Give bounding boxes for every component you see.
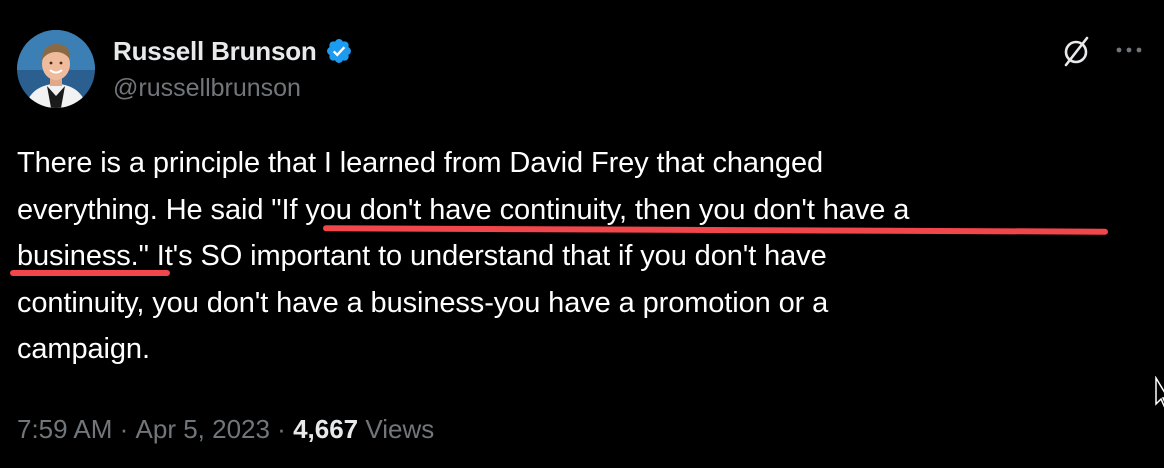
verified-badge-icon[interactable] xyxy=(325,37,353,65)
tweet-body-line: There is a principle that I learned from… xyxy=(17,147,824,179)
text-cursor-icon xyxy=(1154,375,1164,410)
grok-slash-icon[interactable] xyxy=(1058,33,1094,69)
tweet-body-line: continuity, you don't have a business-yo… xyxy=(17,286,829,319)
author-name[interactable]: Russell Brunson xyxy=(113,36,317,67)
tweet-time[interactable]: 7:59 AM xyxy=(17,414,112,445)
more-options-icon[interactable] xyxy=(1114,40,1144,60)
tweet-date[interactable]: Apr 5, 2023 xyxy=(136,414,270,445)
tweet-body-line: campaign. xyxy=(17,333,150,365)
red-underline-annotation xyxy=(10,270,170,276)
author-handle[interactable]: @russellbrunson xyxy=(113,74,301,103)
meta-separator: · xyxy=(269,414,294,444)
tweet-meta: 7:59 AM · Apr 5, 2023 · 4,667 Views xyxy=(17,414,434,445)
profile-photo-avatar xyxy=(17,30,95,108)
tweet-body-line: business." It's SO important to understa… xyxy=(17,240,827,272)
tweet-body: There is a principle that I learned from… xyxy=(17,140,1137,373)
views-label: Views xyxy=(358,414,435,444)
avatar[interactable] xyxy=(17,30,95,108)
author-name-row: Russell Brunson xyxy=(113,34,353,68)
meta-separator: · xyxy=(112,414,136,444)
views-count[interactable]: 4,667 xyxy=(293,414,358,445)
tweet-card: Russell Brunson @russellbrunson There is… xyxy=(0,0,1164,468)
